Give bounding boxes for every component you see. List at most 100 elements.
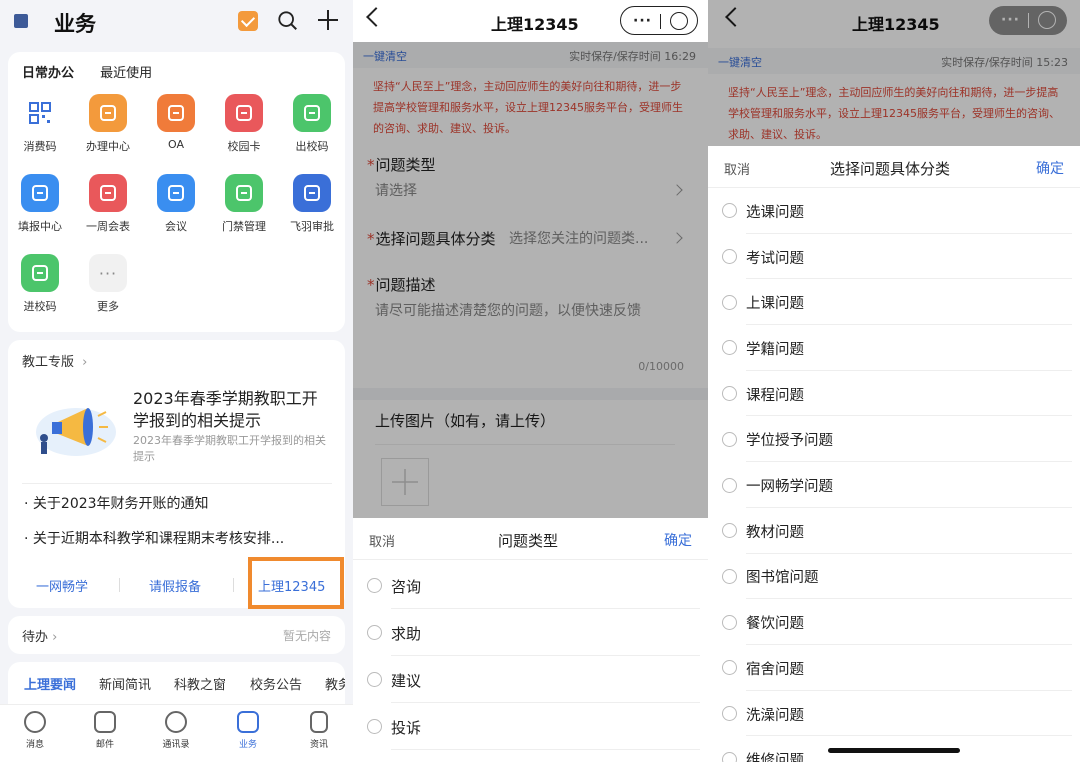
app-label: 进校码 (23, 300, 57, 313)
confirm-button[interactable]: 确定 (1036, 158, 1064, 178)
picker-option[interactable]: 课程问题 (708, 370, 1080, 417)
option-label: 上课问题 (746, 296, 804, 313)
radio-icon (722, 706, 737, 722)
radio-icon (367, 625, 382, 640)
radio-icon (367, 719, 382, 734)
todo-card[interactable]: 待办 › 暂无内容 (8, 616, 345, 654)
teacher-section-header[interactable]: 教工专版 › (22, 351, 87, 370)
confirm-button[interactable]: 确定 (664, 530, 692, 550)
radio-icon (722, 477, 737, 493)
page-title: 上理12345 (491, 15, 579, 34)
mail-icon[interactable] (238, 11, 258, 31)
picker-option[interactable]: 上课问题 (708, 279, 1080, 326)
add-icon[interactable] (316, 8, 340, 32)
radio-icon (722, 340, 737, 356)
news-item[interactable]: · 关于近期本科教学和课程期末考核安排... (24, 528, 334, 548)
nav-messages[interactable]: 消息 (5, 711, 65, 750)
nav-contacts[interactable]: 通讯录 (146, 711, 206, 750)
form-fill-icon (21, 174, 59, 212)
news-item[interactable]: · 关于2023年财务开账的通知 (24, 493, 334, 513)
overlay-mask[interactable] (353, 42, 708, 518)
picker-option[interactable]: 建议 (353, 656, 708, 703)
picker-title: 选择问题具体分类 (830, 160, 951, 178)
picker-option[interactable]: 选课问题 (708, 188, 1080, 234)
bottom-nav: 消息 邮件 通讯录 业务 资讯 (0, 704, 353, 762)
cancel-button[interactable]: 取消 (724, 159, 750, 178)
picker-option[interactable]: 教材问题 (708, 507, 1080, 554)
app-tile[interactable]: 填报中心 (8, 174, 72, 234)
option-label: 选课问题 (746, 204, 804, 221)
app-label: 办理中心 (86, 140, 130, 153)
app-label: 校园卡 (227, 140, 261, 153)
more-icon[interactable]: ··· (633, 13, 652, 29)
nav-label: 业务 (238, 740, 257, 750)
app-tile[interactable]: OA (144, 94, 208, 151)
radio-icon (722, 203, 737, 219)
app-label: 出校码 (295, 140, 329, 153)
overlay-mask[interactable] (708, 0, 1080, 146)
todo-empty-text: 暂无内容 (282, 629, 331, 643)
option-label: 课程问题 (746, 387, 804, 404)
option-label: 学籍问题 (746, 341, 804, 358)
option-label: 考试问题 (746, 250, 804, 267)
close-icon[interactable] (670, 12, 688, 30)
picker-header: 取消 问题类型 确定 (353, 518, 708, 560)
tab-school-notice[interactable]: 校务公告 (250, 674, 302, 693)
tab-university-news[interactable]: 上理要闻 (24, 674, 76, 693)
radio-icon (722, 249, 737, 265)
app-label: 填报中心 (18, 220, 62, 233)
app-tile[interactable]: 飞羽审批 (280, 174, 344, 234)
quick-link-leave-report[interactable]: 请假报备 (149, 576, 201, 595)
nav-news[interactable]: 资讯 (289, 711, 349, 750)
oa-network-icon (157, 94, 195, 132)
cancel-button[interactable]: 取消 (369, 531, 395, 550)
header-bar: 业务 (0, 0, 353, 46)
app-label: OA (168, 138, 184, 151)
picker-option[interactable]: 图书馆问题 (708, 553, 1080, 600)
picker-option[interactable]: 考试问题 (708, 233, 1080, 280)
app-tile[interactable]: 进校码 (8, 254, 72, 314)
app-tile[interactable]: ··· 更多 (76, 254, 140, 314)
picker-option[interactable]: 宿舍问题 (708, 645, 1080, 691)
picker-option[interactable]: 洗澡问题 (708, 690, 1080, 737)
picker-option[interactable]: 咨询 (353, 562, 708, 609)
picker-option[interactable]: 餐饮问题 (708, 599, 1080, 645)
app-tile[interactable]: 一周会表 (76, 174, 140, 234)
picker-option[interactable]: 一网畅学问题 (708, 462, 1080, 508)
app-tile[interactable]: 消费码 (8, 94, 72, 154)
radio-icon (722, 294, 737, 310)
nav-label: 资讯 (309, 740, 328, 750)
picker-header: 取消 选择问题具体分类 确定 (708, 146, 1080, 188)
app-label: 更多 (97, 300, 119, 313)
app-tile[interactable]: 出校码 (280, 94, 344, 154)
divider (391, 749, 700, 750)
promo-title[interactable]: 2023年春季学期教职工开学报到的相关提示 (133, 388, 333, 432)
tab-academic[interactable]: 教务 (325, 674, 345, 693)
radio-icon (722, 386, 737, 402)
apps-card: 日常办公 最近使用 消费码 办理中心 OA 校园卡 出校码填报中心 一周会表 会议 门禁管理 飞… (8, 52, 345, 332)
tab-recent[interactable]: 最近使用 (100, 66, 152, 81)
app-tile[interactable]: 会议 (144, 174, 208, 234)
nav-mail[interactable]: 邮件 (75, 711, 135, 750)
radio-icon (722, 614, 737, 630)
picker-option[interactable]: 投诉 (353, 703, 708, 750)
back-icon[interactable] (366, 7, 386, 27)
search-icon[interactable] (277, 9, 299, 33)
tab-daily-office[interactable]: 日常办公 (22, 66, 74, 81)
page-title: 业务 (54, 12, 96, 36)
teacher-section-card: 教工专版 › 2023年春季学期教职工开学报到的相关提示 2023年春季学期教职… (8, 340, 345, 609)
picker-option[interactable]: 求助 (353, 609, 708, 656)
app-tile[interactable]: 校园卡 (212, 94, 276, 154)
picker-option[interactable]: 学位授予问题 (708, 416, 1080, 463)
megaphone-illustration (30, 392, 122, 460)
app-tile[interactable]: 门禁管理 (212, 174, 276, 234)
news-tabs-card: 上理要闻 新闻简讯 科教之窗 校务公告 教务 (8, 662, 345, 704)
highlight-box (248, 557, 344, 609)
picker-option[interactable]: 学籍问题 (708, 325, 1080, 371)
nav-label: 邮件 (95, 740, 114, 750)
app-tile[interactable]: 办理中心 (76, 94, 140, 154)
quick-link-online-learning[interactable]: 一网畅学 (36, 576, 88, 595)
nav-business[interactable]: 业务 (218, 711, 278, 750)
tab-news-brief[interactable]: 新闻简讯 (99, 674, 151, 693)
tab-science-window[interactable]: 科教之窗 (174, 674, 226, 693)
